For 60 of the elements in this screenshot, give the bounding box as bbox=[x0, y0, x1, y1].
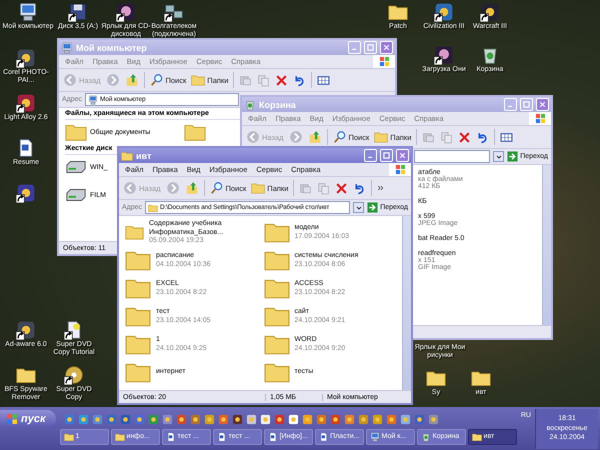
delete-icon[interactable] bbox=[335, 182, 348, 194]
document-icon bbox=[216, 432, 227, 442]
maximize-icon bbox=[366, 43, 375, 52]
app-icon[interactable] bbox=[434, 2, 454, 22]
search-icon bbox=[210, 181, 224, 195]
close-icon bbox=[538, 100, 547, 109]
folder-icon bbox=[64, 432, 74, 442]
windows-logo-icon bbox=[534, 113, 546, 124]
app-icon[interactable] bbox=[16, 183, 36, 203]
folder-icon bbox=[114, 432, 125, 442]
up-arrow-icon[interactable] bbox=[184, 181, 198, 195]
app-icon[interactable] bbox=[16, 93, 36, 113]
windows-logo-icon bbox=[378, 56, 390, 67]
picture-icon[interactable] bbox=[116, 2, 136, 22]
windows-logo-icon bbox=[6, 413, 18, 425]
computer-icon bbox=[88, 94, 98, 104]
folder-icon bbox=[374, 130, 388, 144]
computer-icon bbox=[370, 432, 380, 442]
computer-icon bbox=[61, 42, 73, 54]
dropdown-button[interactable] bbox=[353, 202, 364, 213]
app-icon[interactable] bbox=[480, 2, 500, 22]
go-arrow-icon bbox=[367, 202, 378, 213]
app-icon[interactable] bbox=[16, 48, 36, 68]
recycle-bin-icon bbox=[420, 432, 431, 442]
windows-logo-icon bbox=[394, 164, 406, 175]
undo-icon[interactable] bbox=[353, 182, 366, 194]
close-icon bbox=[398, 151, 407, 160]
network-icon[interactable] bbox=[164, 2, 184, 22]
search-icon bbox=[150, 73, 164, 87]
folder-icon bbox=[251, 181, 266, 195]
folder-icon bbox=[191, 73, 206, 87]
minimize-button[interactable] bbox=[364, 149, 377, 162]
maximize-icon bbox=[522, 100, 531, 109]
dropdown-icon bbox=[494, 152, 503, 160]
chevron-icon[interactable] bbox=[377, 184, 386, 192]
start-button[interactable]: пуск bbox=[0, 410, 56, 428]
search-icon bbox=[332, 130, 346, 144]
scrollbar[interactable] bbox=[402, 216, 411, 390]
move-icon[interactable] bbox=[299, 182, 312, 194]
maximize-icon bbox=[382, 151, 391, 160]
document-icon bbox=[268, 432, 278, 442]
folder-icon bbox=[148, 202, 158, 212]
close-button[interactable] bbox=[396, 149, 409, 162]
document-icon bbox=[318, 432, 328, 442]
app-icon[interactable] bbox=[232, 414, 243, 425]
window-title: Корзина bbox=[259, 100, 297, 110]
folder-icon bbox=[472, 432, 482, 442]
computer-icon[interactable] bbox=[18, 2, 38, 22]
disc-icon[interactable] bbox=[64, 365, 84, 385]
document-icon bbox=[166, 432, 176, 442]
go-arrow-icon bbox=[507, 151, 518, 162]
dropdown-icon bbox=[354, 204, 363, 212]
recycle-bin-icon bbox=[244, 98, 256, 110]
picture-icon[interactable] bbox=[434, 45, 454, 65]
folder-icon bbox=[121, 150, 133, 162]
close-icon bbox=[382, 43, 391, 52]
maximize-button[interactable] bbox=[380, 149, 393, 162]
app-icon[interactable] bbox=[16, 320, 36, 340]
window-title: Мой компьютер bbox=[76, 42, 148, 52]
copy-icon[interactable] bbox=[317, 182, 330, 194]
